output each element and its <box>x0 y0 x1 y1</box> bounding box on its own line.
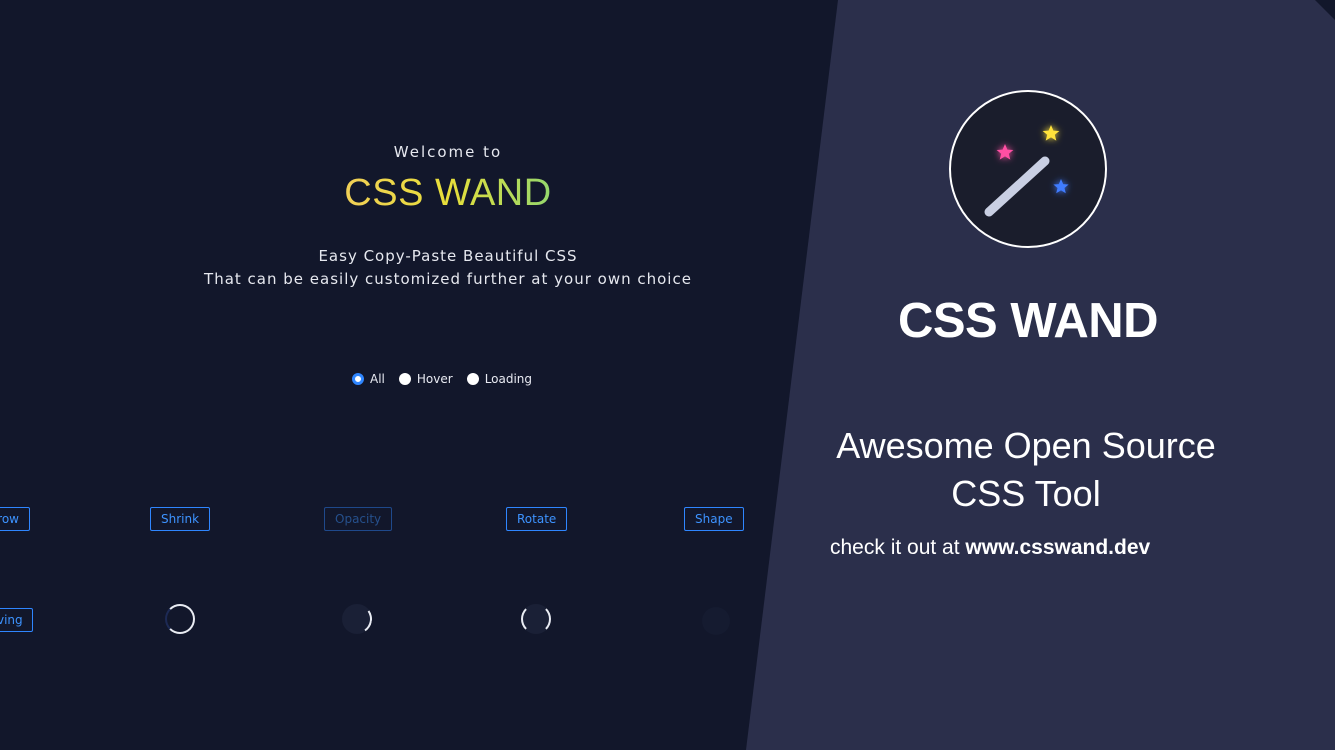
welcome-text: Welcome to <box>393 143 503 161</box>
loading-spinner-fade <box>702 607 730 635</box>
category-filter: All Hover Loading <box>352 372 540 386</box>
demo-button-grow[interactable]: row <box>0 507 30 531</box>
filter-loading-label: Loading <box>484 372 533 386</box>
wand-stick <box>984 156 1050 217</box>
tagline-line-2: That can be easily customized further at… <box>204 270 692 288</box>
promo-subtitle: Awesome Open Source CSS Tool <box>806 422 1246 518</box>
promo-subtitle-line-2: CSS Tool <box>951 473 1101 514</box>
brand-gradient-title: CSS WAND <box>0 172 896 215</box>
demo-button-moving[interactable]: ving <box>0 608 33 632</box>
radio-all[interactable] <box>352 373 364 385</box>
promo-link-url[interactable]: www.csswand.dev <box>965 536 1150 559</box>
demo-button-opacity[interactable]: Opacity <box>324 507 393 531</box>
promo-link-prefix: check it out at <box>830 536 966 559</box>
screenshot-stage: Welcome to CSS WAND Easy Copy-Paste Beau… <box>0 0 1335 750</box>
filter-loading[interactable]: Loading <box>466 372 533 386</box>
tagline-line-1: Easy Copy-Paste Beautiful CSS <box>318 247 578 265</box>
star-icon <box>1042 125 1060 141</box>
promo-title: CSS WAND <box>897 294 1159 348</box>
filter-all-label: All <box>370 372 385 386</box>
demo-button-shape[interactable]: Shape <box>684 507 744 531</box>
loading-spinner-double <box>521 604 551 634</box>
star-icon <box>996 144 1014 160</box>
loading-spinner-arc <box>342 604 372 634</box>
promo-subtitle-line-1: Awesome Open Source <box>836 425 1216 466</box>
star-icon <box>1053 179 1069 194</box>
filter-all[interactable]: All <box>352 372 385 386</box>
demo-button-rotate[interactable]: Rotate <box>506 507 568 531</box>
promo-link-text: check it out at www.csswand.dev <box>830 536 1150 560</box>
demo-button-shrink[interactable]: Shrink <box>150 507 211 531</box>
loading-spinner-ring <box>165 604 195 634</box>
radio-hover[interactable] <box>398 373 411 385</box>
radio-loading[interactable] <box>466 373 479 385</box>
tagline: Easy Copy-Paste Beautiful CSS That can b… <box>0 245 896 291</box>
filter-hover[interactable]: Hover <box>398 372 453 386</box>
filter-hover-label: Hover <box>416 372 453 386</box>
magic-wand-icon <box>984 125 1069 217</box>
logo-badge <box>949 90 1107 248</box>
